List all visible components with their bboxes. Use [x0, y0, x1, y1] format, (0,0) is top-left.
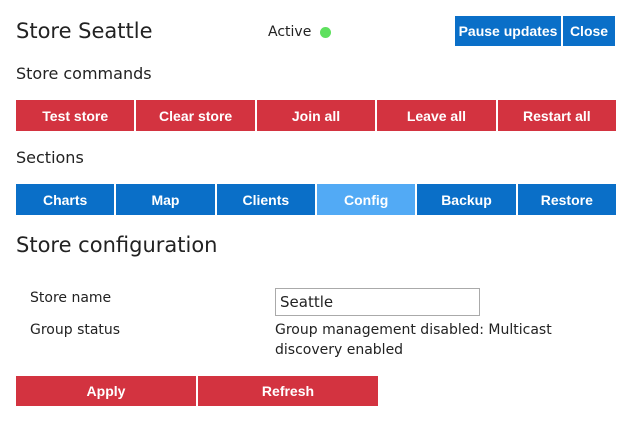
tab-backup[interactable]: Backup: [417, 184, 516, 215]
store-status: Active: [268, 24, 332, 40]
config-actions: Apply Refresh: [16, 376, 378, 406]
store-name-label: Store name: [30, 290, 112, 306]
leave-all-button[interactable]: Leave all: [377, 100, 496, 131]
refresh-button[interactable]: Refresh: [198, 376, 378, 406]
clear-store-button[interactable]: Clear store: [136, 100, 255, 131]
sections-heading: Sections: [16, 148, 84, 167]
page-title: Store Seattle: [16, 19, 153, 43]
close-button[interactable]: Close: [563, 16, 615, 46]
header-actions: Pause updates Close: [455, 16, 615, 46]
group-status-value: Group management disabled: Multicast dis…: [275, 322, 552, 358]
status-label: Active: [268, 24, 312, 40]
tab-charts[interactable]: Charts: [16, 184, 115, 215]
pause-updates-button[interactable]: Pause updates: [455, 16, 561, 46]
group-status-label: Group status: [30, 322, 121, 338]
join-all-button[interactable]: Join all: [256, 100, 376, 131]
store-commands-bar: Test store Clear store Join all Leave al…: [16, 100, 617, 131]
store-configuration-heading: Store configuration: [16, 233, 218, 257]
store-commands-heading: Store commands: [16, 64, 152, 83]
sections-tab-bar: Charts Map Clients Config Backup Restore: [16, 184, 616, 215]
tab-map[interactable]: Map: [116, 184, 215, 215]
status-indicator-icon: [320, 26, 332, 38]
store-name-input[interactable]: [275, 288, 480, 316]
tab-clients[interactable]: Clients: [216, 184, 315, 215]
restart-all-button[interactable]: Restart all: [497, 100, 617, 131]
apply-button[interactable]: Apply: [16, 376, 196, 406]
tab-config[interactable]: Config: [316, 184, 416, 215]
tab-restore[interactable]: Restore: [517, 184, 616, 215]
test-store-button[interactable]: Test store: [16, 100, 135, 131]
